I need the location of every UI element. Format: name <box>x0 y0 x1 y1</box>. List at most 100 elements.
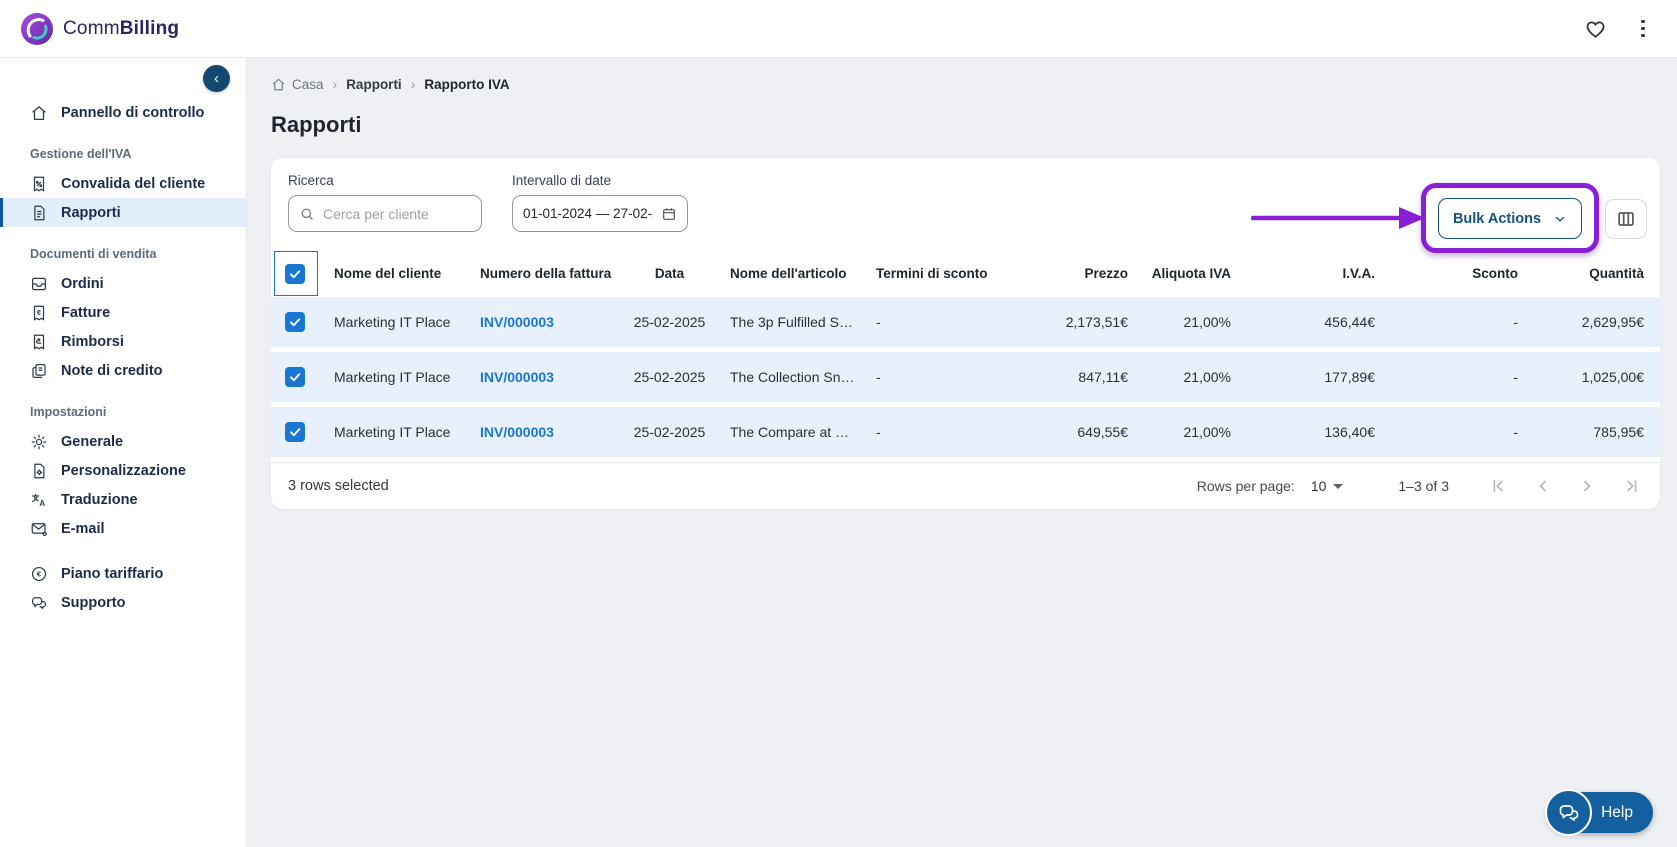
date-cell: 25-02-2025 <box>633 424 706 440</box>
table-header-row: Nome del cliente Numero della fattura Da… <box>271 250 1660 297</box>
date-range-label: Intervallo di date <box>512 173 612 188</box>
sidebar-item-piano-tariffario[interactable]: € Piano tariffario <box>0 559 246 588</box>
price-cell: 847,11€ <box>1078 369 1128 385</box>
column-settings-button[interactable] <box>1605 199 1647 239</box>
sidebar-item-pannello-di-controllo[interactable]: Pannello di controllo <box>0 98 246 127</box>
topbar: CommBilling <box>0 0 1677 58</box>
breadcrumb-rapporti[interactable]: Rapporti <box>346 77 402 92</box>
sidebar-item-label: Supporto <box>61 594 126 611</box>
sidebar-item-ordini[interactable]: Ordini <box>0 269 246 298</box>
column-header: Nome del cliente <box>334 266 442 281</box>
quantity-cell: 1,025,00€ <box>1581 369 1644 385</box>
translate-icon: A <box>30 491 48 509</box>
help-chat-icon <box>1545 789 1593 836</box>
select-all-checkbox[interactable] <box>284 263 305 284</box>
discount-cell: - <box>1513 424 1518 440</box>
svg-text:€: € <box>37 308 41 316</box>
table-row[interactable]: Marketing IT Place INV/000003 25-02-2025… <box>271 407 1660 457</box>
first-page-button[interactable] <box>1487 474 1511 498</box>
sidebar-item-label: Pannello di controllo <box>61 104 205 121</box>
bulk-actions-button[interactable]: Bulk Actions <box>1438 198 1582 239</box>
commbilling-logo: CommBilling <box>20 12 179 46</box>
sidebar-item-rapporti[interactable]: Rapporti <box>0 198 246 227</box>
column-header: Prezzo <box>1084 266 1128 281</box>
main-content: Casa › Rapporti › Rapporto IVA Rapporti … <box>247 58 1677 847</box>
receipt-euro-icon: € <box>30 304 48 322</box>
column-header: Data <box>654 266 685 281</box>
date-cell: 25-02-2025 <box>633 314 706 330</box>
sidebar-item-label: Note di credito <box>61 362 163 379</box>
column-header: Quantità <box>1589 266 1644 281</box>
item-name-cell: The 3p Fulfilled S… <box>730 314 853 330</box>
sidebar-collapse-button[interactable]: ‹ <box>203 65 230 92</box>
next-page-button[interactable] <box>1575 474 1599 498</box>
sidebar-section-title: Documenti di vendita <box>30 247 157 261</box>
favorite-heart-icon[interactable] <box>1582 15 1609 42</box>
home-icon <box>271 77 286 92</box>
search-input[interactable] <box>323 205 471 222</box>
table-row[interactable]: Marketing IT Place INV/000003 25-02-2025… <box>271 352 1660 402</box>
invoice-number-link[interactable]: INV/000003 <box>464 424 625 440</box>
last-page-button[interactable] <box>1619 474 1643 498</box>
logo-icon <box>20 12 54 46</box>
brand-name: CommBilling <box>63 17 180 39</box>
item-name-cell: The Compare at … <box>730 424 850 440</box>
quantity-cell: 785,95€ <box>1593 424 1644 440</box>
invoice-number-link[interactable]: INV/000003 <box>464 314 625 330</box>
sidebar-item-convalida-del-cliente[interactable]: Convalida del cliente <box>0 169 246 198</box>
sidebar-item-generale[interactable]: Generale <box>0 427 246 456</box>
sidebar-item-fatture[interactable]: € Fatture <box>0 298 246 327</box>
chat-bubbles-icon <box>30 594 48 612</box>
column-header: I.V.A. <box>1342 266 1375 281</box>
report-document-icon <box>30 204 48 222</box>
date-range-value: 01-01-2024 — 27-02-202 <box>523 206 653 221</box>
vat-amount-cell: 456,44€ <box>1324 314 1375 330</box>
sidebar-item-label: Rimborsi <box>61 333 124 350</box>
row-checkbox[interactable] <box>284 422 305 442</box>
customer-name-cell: Marketing IT Place <box>334 424 451 440</box>
sidebar-item-supporto[interactable]: Supporto <box>0 588 246 617</box>
row-checkbox[interactable] <box>284 367 305 387</box>
sidebar-item-label: Fatture <box>61 304 111 321</box>
breadcrumb-home[interactable]: Casa <box>271 77 324 92</box>
sidebar-item-label: Generale <box>61 433 124 450</box>
chevron-down-icon <box>1553 212 1567 226</box>
document-gear-icon <box>30 462 48 480</box>
sidebar-item-email[interactable]: E-mail <box>0 514 246 543</box>
gear-icon <box>30 433 48 451</box>
sidebar-item-traduzione[interactable]: A Traduzione <box>0 485 246 514</box>
bulk-actions-label: Bulk Actions <box>1452 210 1542 227</box>
sidebar-item-rimborsi[interactable]: Rimborsi <box>0 327 246 356</box>
price-cell: 2,173,51€ <box>1065 314 1128 330</box>
home-icon <box>30 104 48 122</box>
vat-amount-cell: 136,40€ <box>1324 424 1375 440</box>
column-header: Numero della fattura <box>480 266 612 281</box>
report-card: Ricerca Intervallo di date 01-01-2024 — … <box>271 158 1660 509</box>
rows-per-page-select[interactable]: 10 <box>1311 478 1344 494</box>
sidebar-item-label: Ordini <box>61 275 104 292</box>
inbox-icon <box>30 275 48 293</box>
row-checkbox[interactable] <box>284 312 305 332</box>
search-field[interactable] <box>288 195 482 232</box>
invoice-number-link[interactable]: INV/000003 <box>464 369 625 385</box>
item-name-cell: The Collection Sn… <box>730 369 855 385</box>
pagination <box>1487 474 1643 498</box>
date-cell: 25-02-2025 <box>633 369 706 385</box>
sidebar-item-label: Piano tariffario <box>61 565 164 582</box>
vat-report-table: Nome del cliente Numero della fattura Da… <box>271 250 1660 457</box>
sidebar-item-label: Traduzione <box>61 491 138 508</box>
calendar-icon <box>661 206 677 222</box>
help-button[interactable]: Help <box>1545 789 1653 836</box>
sidebar-item-note-di-credito[interactable]: Note di credito <box>0 356 246 385</box>
sidebar-item-label: Personalizzazione <box>61 462 186 479</box>
rows-selected-text: 3 rows selected <box>288 478 389 494</box>
help-label: Help <box>1601 803 1633 821</box>
date-range-input[interactable]: 01-01-2024 — 27-02-202 <box>512 195 688 232</box>
discount-terms-cell: - <box>876 424 881 440</box>
previous-page-button[interactable] <box>1531 474 1555 498</box>
columns-icon <box>1615 208 1637 230</box>
quantity-cell: 2,629,95€ <box>1581 314 1644 330</box>
sidebar-item-personalizzazione[interactable]: Personalizzazione <box>0 456 246 485</box>
table-row[interactable]: Marketing IT Place INV/000003 25-02-2025… <box>271 297 1660 347</box>
more-menu-icon[interactable] <box>1635 17 1651 41</box>
